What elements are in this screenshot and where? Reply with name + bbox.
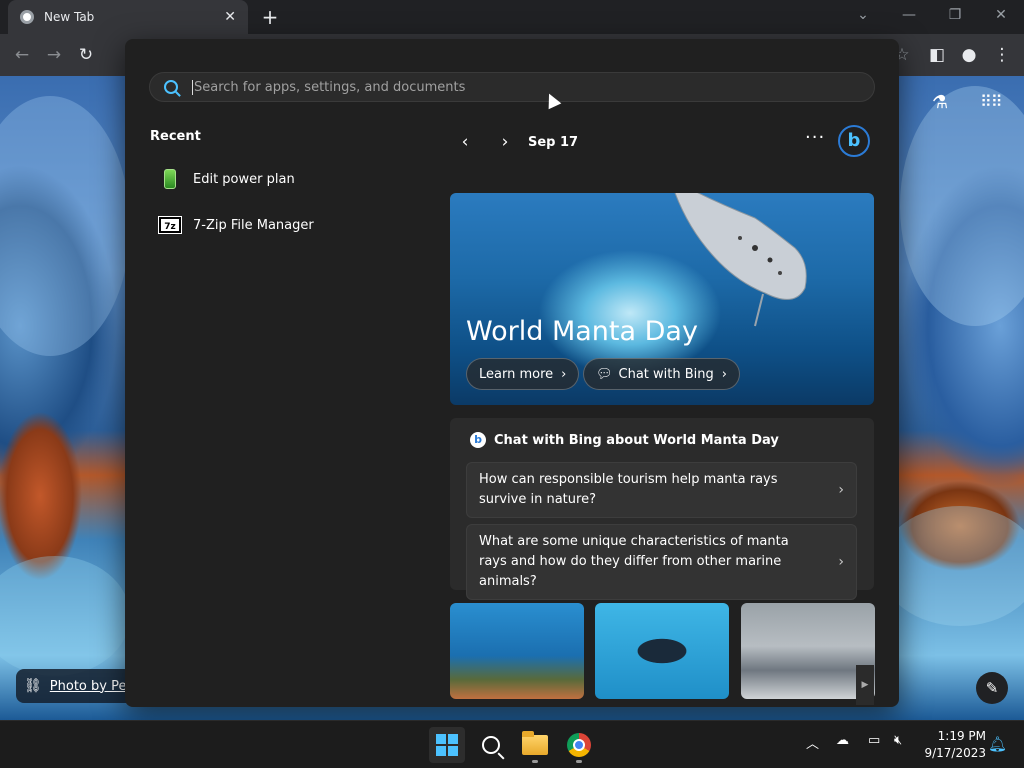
close-tab-button[interactable]: ✕ (224, 9, 236, 25)
back-button[interactable]: ← (8, 42, 36, 68)
scroll-right-button[interactable]: ▶ (856, 665, 874, 705)
customize-pencil-icon[interactable]: ✎ (976, 672, 1008, 704)
chat-question-text: What are some unique characteristics of … (479, 534, 789, 589)
browser-tab-strip: New Tab ✕ + ⌄ — ❐ ✕ (0, 0, 1024, 34)
chat-question[interactable]: What are some unique characteristics of … (466, 524, 857, 600)
chevron-right-icon: › (838, 554, 844, 570)
search-icon (164, 80, 178, 94)
restore-button[interactable]: ❐ (932, 0, 978, 30)
minimize-button[interactable]: — (886, 0, 932, 30)
chat-card-heading: b Chat with Bing about World Manta Day (470, 432, 779, 448)
chat-with-bing-card: b Chat with Bing about World Manta Day H… (450, 418, 874, 600)
chrome-icon (567, 733, 591, 757)
bing-icon: b (470, 432, 486, 448)
chevron-right-icon[interactable]: › (490, 132, 520, 152)
forward-button[interactable]: → (40, 42, 68, 68)
taskbar-clock[interactable]: 1:19 PM 9/17/2023 (918, 728, 986, 762)
battery-icon (159, 168, 181, 190)
menu-kebab-icon[interactable]: ⋮ (988, 42, 1016, 68)
show-hidden-icons-chevron-icon[interactable]: ︿ (806, 733, 819, 752)
recent-item-label: 7-Zip File Manager (193, 217, 314, 233)
windows-search-panel: Recent Edit power plan 7z 7-Zip File Man… (125, 39, 899, 707)
chevron-left-icon[interactable]: ‹ (450, 132, 480, 152)
recent-item-label: Edit power plan (193, 171, 295, 187)
more-options-button[interactable]: ··· (805, 127, 825, 148)
thumbnail-manta-reef[interactable] (450, 603, 584, 699)
manta-ray-image (674, 193, 807, 327)
chrome-favicon-icon (20, 10, 34, 24)
notification-bell-icon[interactable]: 🔔︎ (988, 735, 1007, 753)
apps-grid-icon[interactable]: ⠿⠿ (980, 92, 1002, 111)
chat-with-bing-label: Chat with Bing (618, 366, 714, 382)
reload-button[interactable]: ↻ (72, 42, 100, 68)
highlights-date: Sep 17 (528, 134, 579, 150)
new-tab-button[interactable]: + (258, 4, 282, 30)
labs-flask-icon[interactable]: ⚗ (932, 92, 948, 113)
photo-credit-link[interactable]: Photo by Pet (50, 679, 126, 694)
search-input[interactable] (192, 79, 792, 95)
volume-muted-icon[interactable]: 🔇︎ (894, 733, 902, 748)
chat-with-bing-button[interactable]: 💬︎ Chat with Bing › (583, 358, 740, 390)
learn-more-label: Learn more (479, 366, 554, 382)
chat-question-text: How can responsible tourism help manta r… (479, 472, 778, 507)
search-box[interactable] (149, 72, 875, 102)
side-panel-icon[interactable]: ◧ (923, 42, 951, 68)
taskbar-search-button[interactable] (473, 727, 509, 763)
chat-card-heading-text: Chat with Bing about World Manta Day (494, 432, 779, 448)
windows-logo-icon (436, 734, 458, 756)
hero-title: World Manta Day (466, 316, 698, 347)
learn-more-button[interactable]: Learn more › (466, 358, 580, 390)
tab-new-tab[interactable]: New Tab ✕ (8, 0, 248, 34)
thumbnail-manta-swimming[interactable] (595, 603, 729, 699)
tab-search-chevron-icon[interactable]: ⌄ (840, 0, 886, 30)
bing-icon[interactable]: b (838, 125, 870, 157)
folder-icon (522, 731, 548, 755)
start-button[interactable] (429, 727, 465, 763)
hero-card-world-manta-day[interactable]: World Manta Day Learn more › 💬︎ Chat wit… (450, 193, 874, 405)
thumbnail-manta-jumping[interactable] (741, 603, 875, 699)
windows-taskbar: ︿ ☁ ▭ 🔇︎ 1:19 PM 9/17/2023 🔔︎ (0, 720, 1024, 768)
recent-item-edit-power-plan[interactable]: Edit power plan (159, 164, 295, 194)
link-icon: ⛓ (24, 678, 42, 694)
chevron-right-icon: › (838, 482, 844, 498)
search-icon (482, 736, 500, 754)
chevron-right-icon: › (561, 366, 567, 382)
profile-avatar-icon[interactable]: ● (955, 42, 983, 68)
photo-credit[interactable]: ⛓ Photo by Pet (16, 669, 126, 703)
clock-date: 9/17/2023 (924, 746, 986, 760)
recent-heading: Recent (150, 129, 201, 144)
recent-item-7zip[interactable]: 7z 7-Zip File Manager (158, 210, 314, 240)
network-icon[interactable]: ▭ (868, 733, 880, 748)
tab-title: New Tab (44, 10, 95, 24)
chat-question[interactable]: How can responsible tourism help manta r… (466, 462, 857, 518)
chat-bubble-icon: 💬︎ (596, 366, 613, 382)
clock-time: 1:19 PM (937, 729, 986, 743)
close-window-button[interactable]: ✕ (978, 0, 1024, 30)
chevron-right-icon: › (721, 366, 727, 382)
chrome-taskbar-button[interactable] (561, 727, 597, 763)
onedrive-cloud-icon[interactable]: ☁ (836, 733, 849, 748)
file-explorer-button[interactable] (517, 727, 553, 763)
7zip-icon: 7z (158, 214, 182, 236)
highlights-header: ‹ › Sep 17 ··· b (450, 125, 874, 157)
